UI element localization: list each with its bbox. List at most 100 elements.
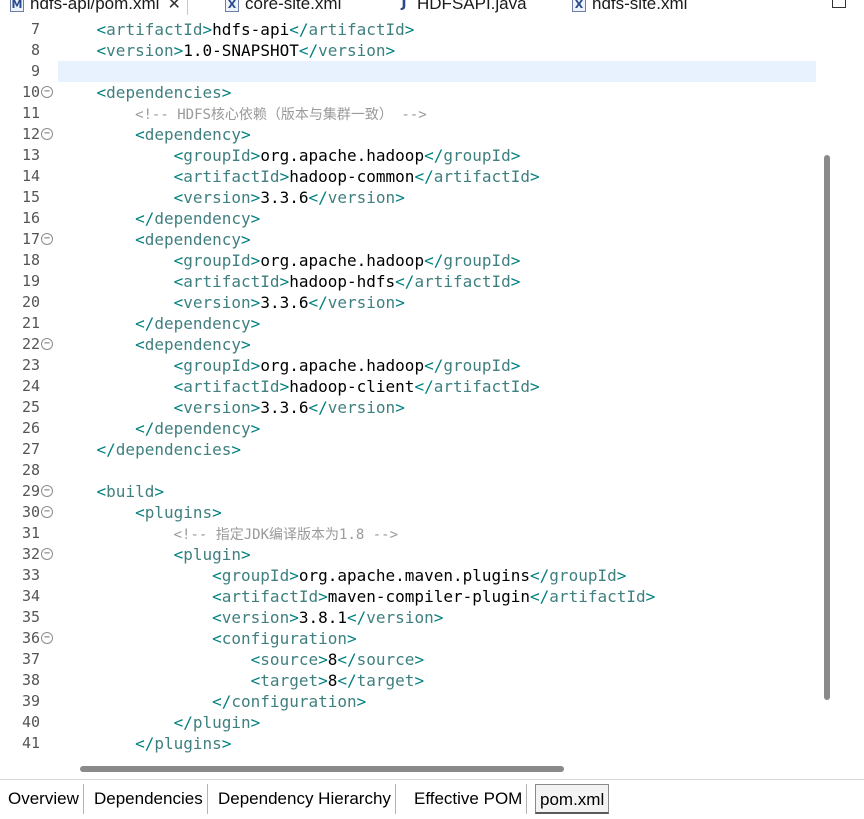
tab-pom-xml[interactable]: M hdfs-api/pom.xml ✕	[10, 0, 188, 15]
code-line[interactable]: </configuration>	[58, 691, 816, 712]
code-line[interactable]: <artifactId>maven-compiler-plugin</artif…	[58, 586, 816, 607]
tag-bracket: <	[250, 650, 261, 669]
code-area[interactable]: <artifactId>hdfs-api</artifactId> <versi…	[58, 15, 816, 759]
tag-bracket: </	[414, 167, 434, 186]
tag-name: dependency	[154, 419, 251, 438]
tag-name: groupId	[443, 146, 511, 165]
code-line[interactable]: <dependency>	[58, 124, 816, 145]
current-code-line[interactable]	[58, 61, 816, 82]
tag-bracket: </	[424, 251, 444, 270]
tag-bracket: >	[221, 83, 232, 102]
code-line[interactable]: </plugins>	[58, 733, 816, 754]
tag-name: configuration	[231, 692, 357, 711]
restore-window-icon[interactable]	[832, 0, 846, 8]
code-line[interactable]: <version>1.0-SNAPSHOT</version>	[58, 40, 816, 61]
code-line[interactable]: <version>3.3.6</version>	[58, 292, 816, 313]
code-line[interactable]: <dependency>	[58, 334, 816, 355]
tag-bracket: <	[135, 230, 145, 249]
tab-dependency-hierarchy[interactable]: Dependency Hierarchy	[214, 784, 396, 814]
horizontal-scrollbar-thumb[interactable]	[80, 766, 564, 772]
tag-name: dependency	[154, 209, 251, 228]
vertical-scrollbar-thumb[interactable]	[824, 155, 830, 700]
tag-name: version	[327, 293, 396, 312]
code-line[interactable]: <source>8</source>	[58, 649, 816, 670]
fold-collapse-icon[interactable]: −	[41, 485, 53, 497]
code-line[interactable]: <!-- 指定JDK编译版本为1.8 -->	[58, 523, 816, 544]
line-number: 32	[21, 545, 40, 563]
tag-bracket: </	[424, 356, 444, 375]
code-line[interactable]: <!-- HDFS核心依赖（版本与集群一致） -->	[58, 103, 816, 124]
code-line[interactable]: <version>3.3.6</version>	[58, 187, 816, 208]
code-line[interactable]: <groupId>org.apache.hadoop</groupId>	[58, 250, 816, 271]
tag-name: version	[183, 293, 251, 312]
tab-dependencies[interactable]: Dependencies	[90, 784, 208, 814]
tag-name: groupId	[183, 146, 251, 165]
code-line[interactable]: <artifactId>hadoop-common</artifactId>	[58, 166, 816, 187]
code-line[interactable]	[58, 460, 816, 481]
tag-bracket: >	[347, 629, 357, 648]
tag-bracket: >	[173, 41, 184, 60]
xml-editor[interactable]: 7 8 9 10−11 12−13 14 15 16 17−18 19 20 21 22−23 24 25 2…	[0, 15, 864, 779]
tag-name: version	[183, 398, 251, 417]
code-line[interactable]: <artifactId>hadoop-client</artifactId>	[58, 376, 816, 397]
tag-bracket: </	[289, 20, 309, 39]
code-line[interactable]: <artifactId>hdfs-api</artifactId>	[58, 19, 816, 40]
code-line[interactable]: </dependency>	[58, 313, 816, 334]
code-line[interactable]: </dependencies>	[58, 439, 816, 460]
tag-bracket: <	[173, 398, 184, 417]
fold-collapse-icon[interactable]: −	[41, 632, 53, 644]
code-line[interactable]: <artifactId>hadoop-hdfs</artifactId>	[58, 271, 816, 292]
tag-bracket: >	[645, 587, 656, 606]
tab-hdfsapi-java[interactable]: J HDFSAPI.java	[397, 0, 526, 15]
tag-bracket: >	[395, 293, 405, 312]
tab-pom-xml-source[interactable]: pom.xml	[535, 784, 610, 814]
fold-collapse-icon[interactable]: −	[41, 233, 53, 245]
tag-name: dependency	[144, 125, 242, 144]
tag-name: plugins	[154, 734, 222, 753]
fold-collapse-icon[interactable]: −	[41, 338, 53, 350]
tag-name: version	[318, 41, 386, 60]
code-line[interactable]: <plugins>	[58, 502, 816, 523]
code-line[interactable]: <dependency>	[58, 229, 816, 250]
tag-bracket: </	[135, 734, 155, 753]
fold-collapse-icon[interactable]: −	[41, 128, 53, 140]
code-text: 3.3.6	[260, 293, 309, 312]
fold-collapse-icon[interactable]: −	[41, 506, 53, 518]
tab-overview[interactable]: Overview	[4, 784, 84, 814]
fold-collapse-icon[interactable]: −	[41, 86, 53, 98]
code-line[interactable]: </dependency>	[58, 208, 816, 229]
code-line[interactable]: <groupId>org.apache.hadoop</groupId>	[58, 145, 816, 166]
tab-hdfs-site-xml[interactable]: X hdfs-site.xml	[572, 0, 687, 15]
code-line[interactable]: <version>3.8.1</version>	[58, 607, 816, 628]
tag-bracket: </	[347, 608, 367, 627]
code-line[interactable]: </plugin>	[58, 712, 816, 733]
pom-editor-page-tabs: Overview Dependencies Dependency Hierarc…	[0, 779, 864, 819]
tag-bracket: </	[212, 692, 232, 711]
horizontal-scrollbar[interactable]	[56, 761, 816, 775]
tag-bracket: >	[250, 146, 261, 165]
tab-effective-pom[interactable]: Effective POM	[410, 784, 528, 814]
tab-core-site-xml[interactable]: X core-site.xml	[225, 0, 341, 15]
code-line[interactable]: <version>3.3.6</version>	[58, 397, 816, 418]
code-line[interactable]: <dependencies>	[58, 82, 816, 103]
code-line[interactable]: <groupId>org.apache.maven.plugins</group…	[58, 565, 816, 586]
tag-bracket: >	[241, 230, 251, 249]
code-line[interactable]: <build>	[58, 481, 816, 502]
tag-bracket: <	[173, 272, 184, 291]
code-line[interactable]: <groupId>org.apache.hadoop</groupId>	[58, 355, 816, 376]
line-number: 11	[21, 104, 40, 122]
vertical-scrollbar[interactable]	[816, 15, 864, 759]
code-line[interactable]: <configuration>	[58, 628, 816, 649]
fold-collapse-icon[interactable]: −	[41, 548, 53, 560]
tag-bracket: >	[289, 608, 299, 627]
code-line[interactable]: </dependency>	[58, 418, 816, 439]
tag-bracket: >	[279, 377, 290, 396]
code-comment: <!-- HDFS核心依赖（版本与集群一致） -->	[135, 107, 427, 123]
code-line[interactable]: <target>8</target>	[58, 670, 816, 691]
tag-bracket: >	[279, 272, 290, 291]
close-icon[interactable]: ✕	[167, 0, 180, 14]
code-line[interactable]: <plugin>	[58, 544, 816, 565]
